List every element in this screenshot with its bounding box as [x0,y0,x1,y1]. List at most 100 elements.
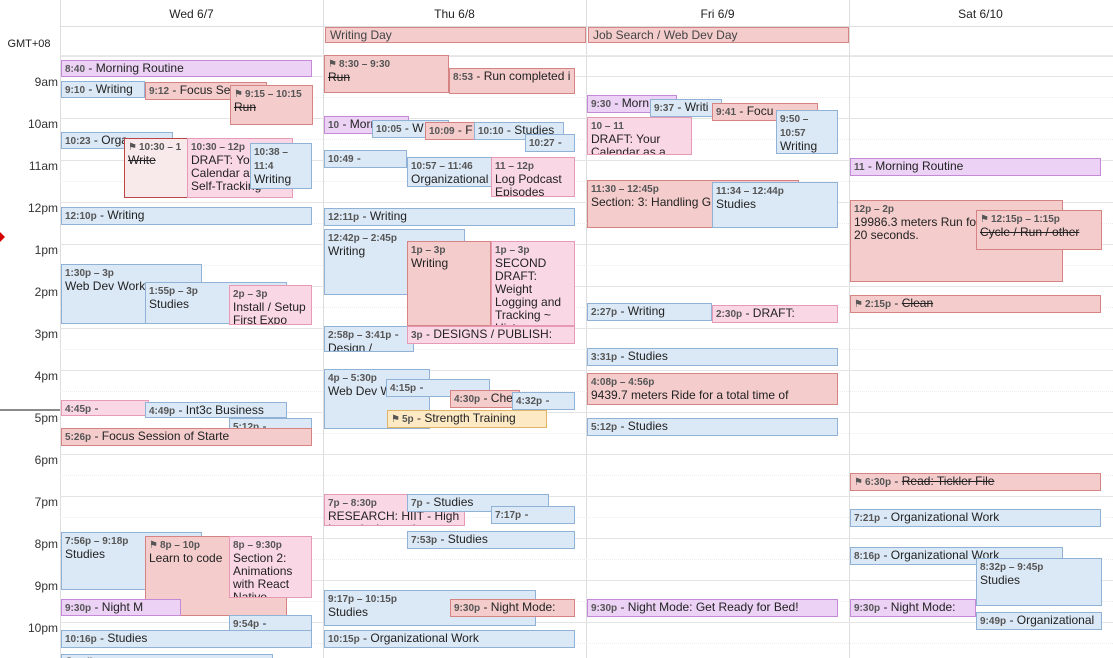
calendar-event[interactable]: 1p – 3p Writing [407,241,491,326]
event-time: 1p – 3p [495,245,530,256]
day-header[interactable]: Sat 6/10 [849,0,1112,26]
calendar-event[interactable]: 4:32p - Net [512,392,575,410]
calendar-event[interactable]: 4:45p - Invoices [61,400,149,416]
calendar-event[interactable]: 4:49p - Int3c Business Dev [145,402,287,418]
allday-event[interactable]: Job Search / Web Dev Day [588,27,849,43]
event-title: Run [328,70,351,84]
calendar-event[interactable]: 2p – 3p Install / Setup First Expo [229,285,312,325]
event-title: Night Mode: Get Ready for Bed! [627,600,799,614]
event-time: 12:42p – 2:45p [328,233,397,244]
event-time: 1p – 3p [411,245,446,256]
day-header[interactable]: Wed 6/7 [60,0,323,26]
calendar-event[interactable]: 3p - DESIGNS / PUBLISH: We [407,326,575,344]
calendar-event[interactable]: 4:30p - Che [450,390,520,408]
hour-label: 5pm [34,411,58,425]
calendar-event[interactable]: 9:30p - Night Mode: Ge [850,599,976,617]
flag-icon: ⚑ [328,59,337,70]
calendar-event[interactable]: 10 – 11DRAFT: Your Calendar as a Self-Tr… [587,117,692,155]
event-title: Che [490,391,513,405]
event-time: 9:41 [716,107,737,118]
calendar-event[interactable]: 4:08p – 4:56p 9439.7 meters Ride for a to… [587,373,838,405]
calendar-event[interactable]: ⚑ 6:30p - Read: Tickler File [850,473,1101,491]
event-time: 9:17p – 10:15p [328,594,397,605]
calendar-event[interactable]: ⚑ 5p - Strength Training [387,410,547,428]
event-title: F [465,123,473,137]
event-time: 8:32p – 9:45p [980,562,1044,573]
event-time: 4:32p [516,396,543,407]
calendar-event[interactable]: 10:38 – 11:4 Writing [250,143,312,189]
event-title: Run [234,100,257,114]
event-title: Morning Routine [875,159,964,173]
calendar-event[interactable]: 11 – 12p Log Podcast Episodes [491,157,575,197]
calendar-event[interactable]: 9:49p - Organizational W [976,612,1102,630]
event-title: Networking [390,394,450,397]
event-time: 9:10 [65,85,86,96]
calendar-event[interactable]: 10:27 - S [525,134,575,152]
calendar-event[interactable]: 9:30p - Night Mode: Get Ready for Bed! [587,599,838,617]
calendar-event[interactable]: 11 - Morning Routine [850,158,1101,176]
event-time: 8p – 10p [159,540,200,551]
calendar-event[interactable]: 10:15p - Organizational Work [324,630,575,648]
event-title: Writing [411,256,449,270]
calendar-event[interactable]: ⚑ 2:15p - Clean [850,295,1101,313]
calendar-event[interactable]: 1p – 3p SECOND DRAFT: Weight Logging and … [491,241,575,326]
event-time: 11 [854,162,865,173]
calendar-event[interactable]: ⚑ 8:30 – 9:30 Run [324,55,449,93]
calendar-event[interactable]: ⚑ 10:30 – 1 Write [124,138,190,198]
hour-label: 11am [28,159,58,173]
calendar-event[interactable]: 10:49 - Studies [324,150,407,168]
calendar-event[interactable]: 2:27p - Writing [587,303,712,321]
calendar-event[interactable]: 8p – 9:30p Section 2: Animations with Rea… [229,536,312,598]
calendar-event[interactable]: 9:30p - Night M [61,599,181,616]
event-title: Install / Setup First Expo [233,300,306,325]
calendar-event[interactable]: 7:17p - Studies [491,506,575,524]
calendar-event[interactable]: 9:30p - Night Mode: Ge [450,599,575,617]
day-header[interactable]: Fri 6/9 [586,0,849,26]
event-time: 10:23 [65,136,91,147]
allday-event[interactable]: Writing Day [325,27,586,43]
event-title: Studies [716,197,757,211]
event-time: 7:56p – 9:18p [65,536,129,547]
flag-icon: ⚑ [149,540,158,551]
calendar-event[interactable]: Studies [61,654,273,658]
calendar-event[interactable]: ⚑ 9:15 – 10:15 Run [230,85,313,125]
event-time: 9:15 – 10:15 [244,89,302,100]
event-title: SECOND DRAFT: Weight Logging and Trackin… [495,256,562,326]
calendar-event[interactable]: 5:12p - Studies [587,418,838,436]
calendar-event[interactable]: 10:57 – 11:46 Organizational [407,157,497,187]
calendar-event[interactable]: 9:50 – 10:57 Writing [776,110,838,154]
calendar-event[interactable]: 8:53 - Run completed i [449,68,575,94]
event-title: Section: 3: Handling G [591,195,712,209]
hour-line [60,454,1113,455]
calendar-event[interactable]: 7:53p - Studies [407,531,575,549]
calendar-event[interactable]: 7:21p - Organizational Work [850,509,1101,527]
event-time: 7:17p [495,510,522,521]
calendar-event[interactable]: 5:26p - Focus Session of Starte [61,428,312,446]
calendar-event[interactable]: 12:11p - Writing [324,208,575,226]
calendar-event[interactable]: 3:31p - Studies [587,348,838,366]
calendar-event[interactable]: 2:58p – 3:41p - Design / Creative [324,326,414,352]
event-time: 10:27 [529,138,555,149]
event-time: 8:53 [453,72,474,83]
event-title: Studies [107,631,148,645]
calendar-event[interactable]: 8:32p – 9:45p Studies [976,558,1102,606]
calendar-event[interactable]: 8:40 - Morning Routine [61,60,312,77]
event-time: 7p [411,498,423,509]
calendar-event[interactable]: ⚑ 12:15p – 1:15p Cycle / Run / other [976,210,1102,250]
calendar-event[interactable]: 9:10 - Writing [61,81,145,98]
event-time: 5:26p [65,432,92,443]
event-title: Invoices [65,415,109,416]
hour-label: 3pm [34,327,58,341]
event-title: Morning Routine [95,61,184,75]
event-title: Focu [746,104,774,118]
calendar-event[interactable]: 11:34 – 12:44p Studies [712,182,838,228]
event-time: 4:49p [149,406,176,417]
event-time: 10 – 11 [591,121,624,132]
calendar-event[interactable]: 2:30p - DRAFT: Produc [712,305,838,323]
calendar-event[interactable]: 12:10p - Writing [61,207,312,225]
day-header[interactable]: Thu 6/8 [323,0,586,26]
calendar-event[interactable]: 10:16p - Studies [61,630,312,648]
event-time: 3p [411,330,423,341]
event-time: 7:21p [854,513,881,524]
event-title: Writing [95,82,133,96]
